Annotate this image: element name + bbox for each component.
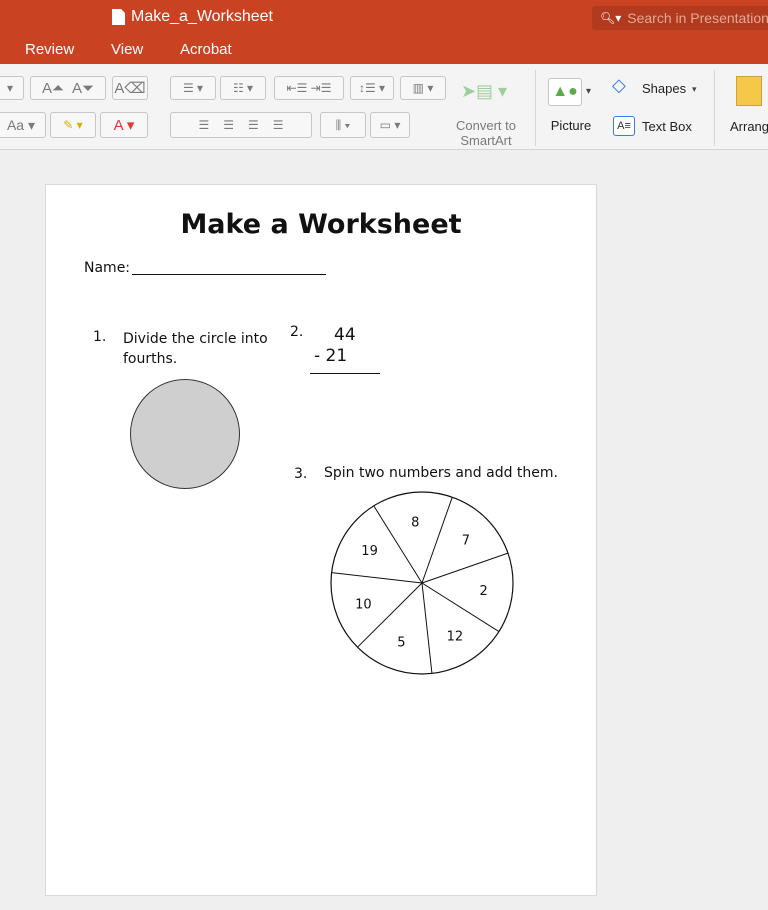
ribbon-divider xyxy=(535,70,536,146)
spinner-number: 12 xyxy=(447,630,464,645)
align-center-icon[interactable]: ☰ xyxy=(223,118,234,132)
tab-view[interactable]: View xyxy=(111,41,143,58)
question-1-line-2: fourths. xyxy=(123,351,178,367)
tab-review[interactable]: Review xyxy=(25,41,74,58)
justify-icon[interactable]: ☰ xyxy=(273,118,284,132)
clear-formatting-icon[interactable]: A⌫ xyxy=(112,76,148,100)
shapes-icon[interactable]: ◇ xyxy=(612,76,626,94)
convert-smartart-label-1[interactable]: Convert to xyxy=(440,118,532,133)
highlight-icon[interactable]: ✎ ▾ xyxy=(50,112,96,138)
shrink-font-icon[interactable]: A⏷ xyxy=(72,80,94,97)
font-size-buttons[interactable]: A⏶ A⏷ xyxy=(30,76,106,100)
search-placeholder: Search in Presentation xyxy=(627,10,768,26)
picture-label[interactable]: Picture xyxy=(542,118,600,133)
question-2-number: 2. xyxy=(290,324,304,340)
spinner: 8 7 2 12 5 10 19 xyxy=(330,491,514,675)
fraction-circle xyxy=(130,379,240,489)
arrange-icon[interactable] xyxy=(736,76,762,106)
document-title: Make_a_Worksheet xyxy=(112,8,273,26)
spinner-number: 8 xyxy=(411,515,419,530)
shapes-label[interactable]: Shapes xyxy=(642,81,686,96)
question-3-number: 3. xyxy=(294,466,308,482)
text-box-icon[interactable]: A≡ xyxy=(613,116,635,136)
grow-font-icon[interactable]: A⏶ xyxy=(42,80,64,97)
convert-smartart-label-2[interactable]: SmartArt xyxy=(440,133,532,148)
name-label: Name: xyxy=(84,260,131,276)
picture-icon[interactable]: ▲● xyxy=(548,78,582,106)
font-dropdown-button[interactable]: ▾ xyxy=(0,76,24,100)
numbering-icon[interactable]: ☷ ▾ xyxy=(220,76,266,100)
font-color-icon[interactable]: A ▾ xyxy=(100,112,148,138)
bullets-icon[interactable]: ☰ ▾ xyxy=(170,76,216,100)
align-right-icon[interactable]: ☰ xyxy=(248,118,259,132)
alignment-icons[interactable]: ☰ ☰ ☰ ☰ xyxy=(170,112,312,138)
spinner-number: 2 xyxy=(479,584,487,599)
worksheet-title: Make a Worksheet xyxy=(180,209,462,240)
question-2-bottom-number: - 21 xyxy=(314,346,348,366)
ribbon-tabs: Review View Acrobat xyxy=(0,36,768,64)
question-1-number: 1. xyxy=(93,329,107,345)
spinner-number: 5 xyxy=(397,635,405,650)
subtraction-line xyxy=(310,373,380,374)
arrange-label[interactable]: Arrange xyxy=(730,119,768,134)
question-2-top-number: 44 xyxy=(334,325,356,345)
document-title-text: Make_a_Worksheet xyxy=(131,8,273,25)
title-bar: Make_a_Worksheet 🔍︎▾ Search in Presentat… xyxy=(0,0,768,36)
slide-canvas[interactable]: Make a Worksheet Name: 1. Divide the cir… xyxy=(45,184,597,896)
columns-icon[interactable]: ▥ ▾ xyxy=(400,76,446,100)
document-icon xyxy=(112,9,125,25)
ribbon-divider xyxy=(714,70,715,146)
question-1-line-1: Divide the circle into xyxy=(123,331,268,347)
search-icon: 🔍︎▾ xyxy=(600,11,622,25)
question-3-text: Spin two numbers and add them. xyxy=(324,465,558,481)
name-blank-line xyxy=(132,274,326,275)
spinner-number: 10 xyxy=(355,597,372,612)
indent-icons[interactable]: ⇤☰ ⇥☰ xyxy=(274,76,344,100)
spinner-number: 19 xyxy=(361,544,378,559)
align-text-icon[interactable]: ▭ ▾ xyxy=(370,112,410,138)
change-case-icon[interactable]: Aa ▾ xyxy=(0,112,46,138)
line-spacing-icon[interactable]: ↕☰ ▾ xyxy=(350,76,394,100)
align-left-icon[interactable]: ☰ xyxy=(198,118,209,132)
tab-acrobat[interactable]: Acrobat xyxy=(180,41,232,58)
spinner-number: 7 xyxy=(462,533,470,548)
shapes-dropdown-icon[interactable]: ▾ xyxy=(692,82,697,97)
search-box[interactable]: 🔍︎▾ Search in Presentation xyxy=(592,6,768,30)
text-direction-icon[interactable]: ⫼ ▾ xyxy=(320,112,366,138)
smartart-icon[interactable]: ➤▤ ▾ xyxy=(456,76,512,106)
picture-dropdown-icon[interactable]: ▾ xyxy=(586,84,591,99)
text-box-label[interactable]: Text Box xyxy=(642,119,692,134)
ribbon: ▾ A⏶ A⏷ A⌫ ☰ ▾ ☷ ▾ ⇤☰ ⇥☰ ↕☰ ▾ ▥ ▾ Aa ▾ ✎ … xyxy=(0,64,768,150)
